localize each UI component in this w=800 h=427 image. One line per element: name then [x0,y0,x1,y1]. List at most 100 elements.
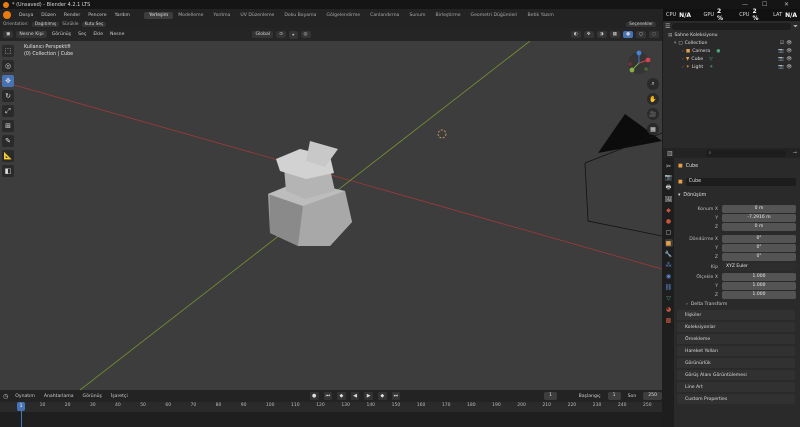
texture-tab-icon[interactable]: ▩ [665,316,673,324]
visibility-icon[interactable]: ◐ [570,31,581,38]
outliner-item-cube[interactable]: › ▼ Cube ▽ 📷 👁 [668,55,796,63]
menu-window[interactable]: Pencere [84,13,110,18]
tab-modeling[interactable]: Modelleme [173,12,208,19]
select-tool-icon[interactable]: ⬚ [2,45,14,57]
keying-menu[interactable]: Anahtarlama [42,394,76,399]
transform-panel-header[interactable]: ▾ Dönüşüm [678,191,796,200]
section-visibility[interactable]: Görünürlük [677,358,795,368]
menu-render[interactable]: Render [60,13,84,18]
perspective-grid-icon[interactable]: ▦ [647,123,659,135]
playhead[interactable]: 1 [17,402,25,411]
add-cube-tool-icon[interactable]: ◧ [2,165,14,177]
gizmo-toggle-icon[interactable]: ✥ [583,31,594,38]
record-icon[interactable]: ● [309,392,319,400]
drag-dropdown[interactable]: Kutu Seç [81,22,107,27]
timeline-editor-icon[interactable]: ◷ [3,393,8,400]
pivot-icon[interactable]: ⊙ [276,31,286,38]
world-tab-icon[interactable]: ● [665,217,673,225]
pin-icon[interactable]: ⊸ [793,150,797,156]
eye-icon[interactable]: 👁 [786,65,792,70]
material-tab-icon[interactable]: ◕ [665,305,673,313]
physics-tab-icon[interactable]: ◉ [665,272,673,280]
scale-y-field[interactable]: Y 1.000 [676,282,796,290]
play-reverse-icon[interactable]: ◀ [350,392,360,400]
jump-end-icon[interactable]: ⏭ [391,392,401,400]
view-menu[interactable]: Görünüş [50,32,73,37]
section-motion-paths[interactable]: Hareket Yolları [677,346,795,356]
xray-toggle-icon[interactable]: ▦ [609,31,620,38]
collection-tab-icon[interactable]: ▢ [665,228,673,236]
add-menu[interactable]: Ekle [91,32,105,37]
section-custom-properties[interactable]: Custom Properties [677,394,795,404]
tab-texture-paint[interactable]: Doku Boyama [279,12,321,19]
minimize-button[interactable]: — [742,1,748,8]
pan-hand-icon[interactable]: ✋ [647,93,659,105]
shading-material-icon[interactable]: ○ [635,31,646,38]
tab-sculpting[interactable]: Yontma [208,12,235,19]
cursor-tool-icon[interactable]: ◎ [2,60,14,72]
location-x-field[interactable]: Konum X0 m [676,205,796,213]
select-menu[interactable]: Seç [76,32,88,37]
scene-tab-icon[interactable]: ◆ [665,206,673,214]
move-tool-icon[interactable]: ✥ [2,75,14,87]
location-z-field[interactable]: Z0 m [676,223,796,231]
orientation-dropdown[interactable]: Dağıtılmış [31,22,60,27]
maximize-button[interactable]: ☐ [762,1,767,8]
proportional-edit-icon[interactable]: ◎ [300,31,311,38]
expand-chevron-icon[interactable]: › [682,57,684,62]
mode-dropdown[interactable]: Nesne Kipi [16,31,47,38]
properties-editor-icon[interactable]: ▥ [667,150,673,157]
scale-tool-icon[interactable]: ⤢ [2,105,14,117]
next-keyframe-icon[interactable]: ◆ [377,392,387,400]
outliner-search-input[interactable] [672,23,792,30]
rotation-x-field[interactable]: Döndürme X 0° [676,235,796,243]
eye-icon[interactable]: 👁 [786,41,792,46]
view-menu[interactable]: Görünüş [81,394,104,399]
camera-view-icon[interactable]: 🎥 [647,108,659,120]
scale-x-field[interactable]: Ölçekle X 1.000 [676,273,796,281]
modifier-tab-icon[interactable]: 🔧 [665,250,673,258]
expand-chevron-icon[interactable]: › [682,65,684,70]
tab-compositing[interactable]: Birleştirme [431,12,466,19]
scale-z-field[interactable]: Z 1.000 [676,291,796,299]
outliner-item-camera[interactable]: › ■ Camera ● 📷 👁 [668,47,796,55]
measure-tool-icon[interactable]: 📐 [2,150,14,162]
timeline-ruler[interactable] [0,402,662,412]
rotation-mode-dropdown[interactable]: Kip XYZ Euler [676,263,796,271]
outliner-editor-icon[interactable]: ☰ [665,23,670,30]
expand-chevron-icon[interactable]: ▾ [674,41,676,46]
section-collections[interactable]: Koleksiyonlar [677,322,795,332]
menu-file[interactable]: Dosya [15,13,37,18]
object-menu[interactable]: Nesne [108,32,126,37]
playback-menu[interactable]: Oynatım [13,394,37,399]
start-frame-field[interactable]: 1 [607,392,621,400]
object-tab-icon[interactable]: ■ [664,239,673,247]
section-line-art[interactable]: Line Art [677,382,795,392]
constraints-tab-icon[interactable]: ⛓ [665,283,673,291]
shading-rendered-icon[interactable]: ◌ [648,31,659,38]
data-tab-icon[interactable]: ▽ [665,294,673,302]
tab-rendering[interactable]: Sunum [404,12,430,19]
navigation-gizmo[interactable] [626,50,652,76]
zoom-icon[interactable]: ⌕ [647,78,659,90]
tool-tab-icon[interactable]: ✂ [665,162,673,170]
marker-menu[interactable]: İşaretçi [109,394,130,399]
expand-chevron-icon[interactable]: › [682,49,684,54]
delta-transform-subpanel[interactable]: › Delta Transform [686,300,796,308]
prev-keyframe-icon[interactable]: ◆ [337,392,346,400]
properties-search-input[interactable]: ⌕ [705,149,786,157]
rotation-y-field[interactable]: Y 0° [676,244,796,252]
section-relations[interactable]: İlişkiler [677,310,795,320]
filter-icon[interactable]: ⏷ [793,23,798,31]
blender-menu-icon[interactable] [3,11,11,19]
output-tab-icon[interactable]: 🖶 [665,184,673,192]
end-frame-field[interactable]: 250 [643,392,663,400]
3d-viewport[interactable] [0,41,662,390]
particles-tab-icon[interactable]: ⁂ [665,261,673,269]
view-layer-tab-icon[interactable]: 🖼 [665,195,673,203]
camera-icon[interactable]: 📷 [778,57,784,62]
editor-type-button[interactable]: ▣ [3,31,14,38]
location-y-field[interactable]: Y -7.2916 m [676,214,796,222]
outliner-item-collection[interactable]: ▾ ▢ Collection ☑ 👁 [668,39,796,47]
object-name-field[interactable]: Cube [685,177,796,186]
